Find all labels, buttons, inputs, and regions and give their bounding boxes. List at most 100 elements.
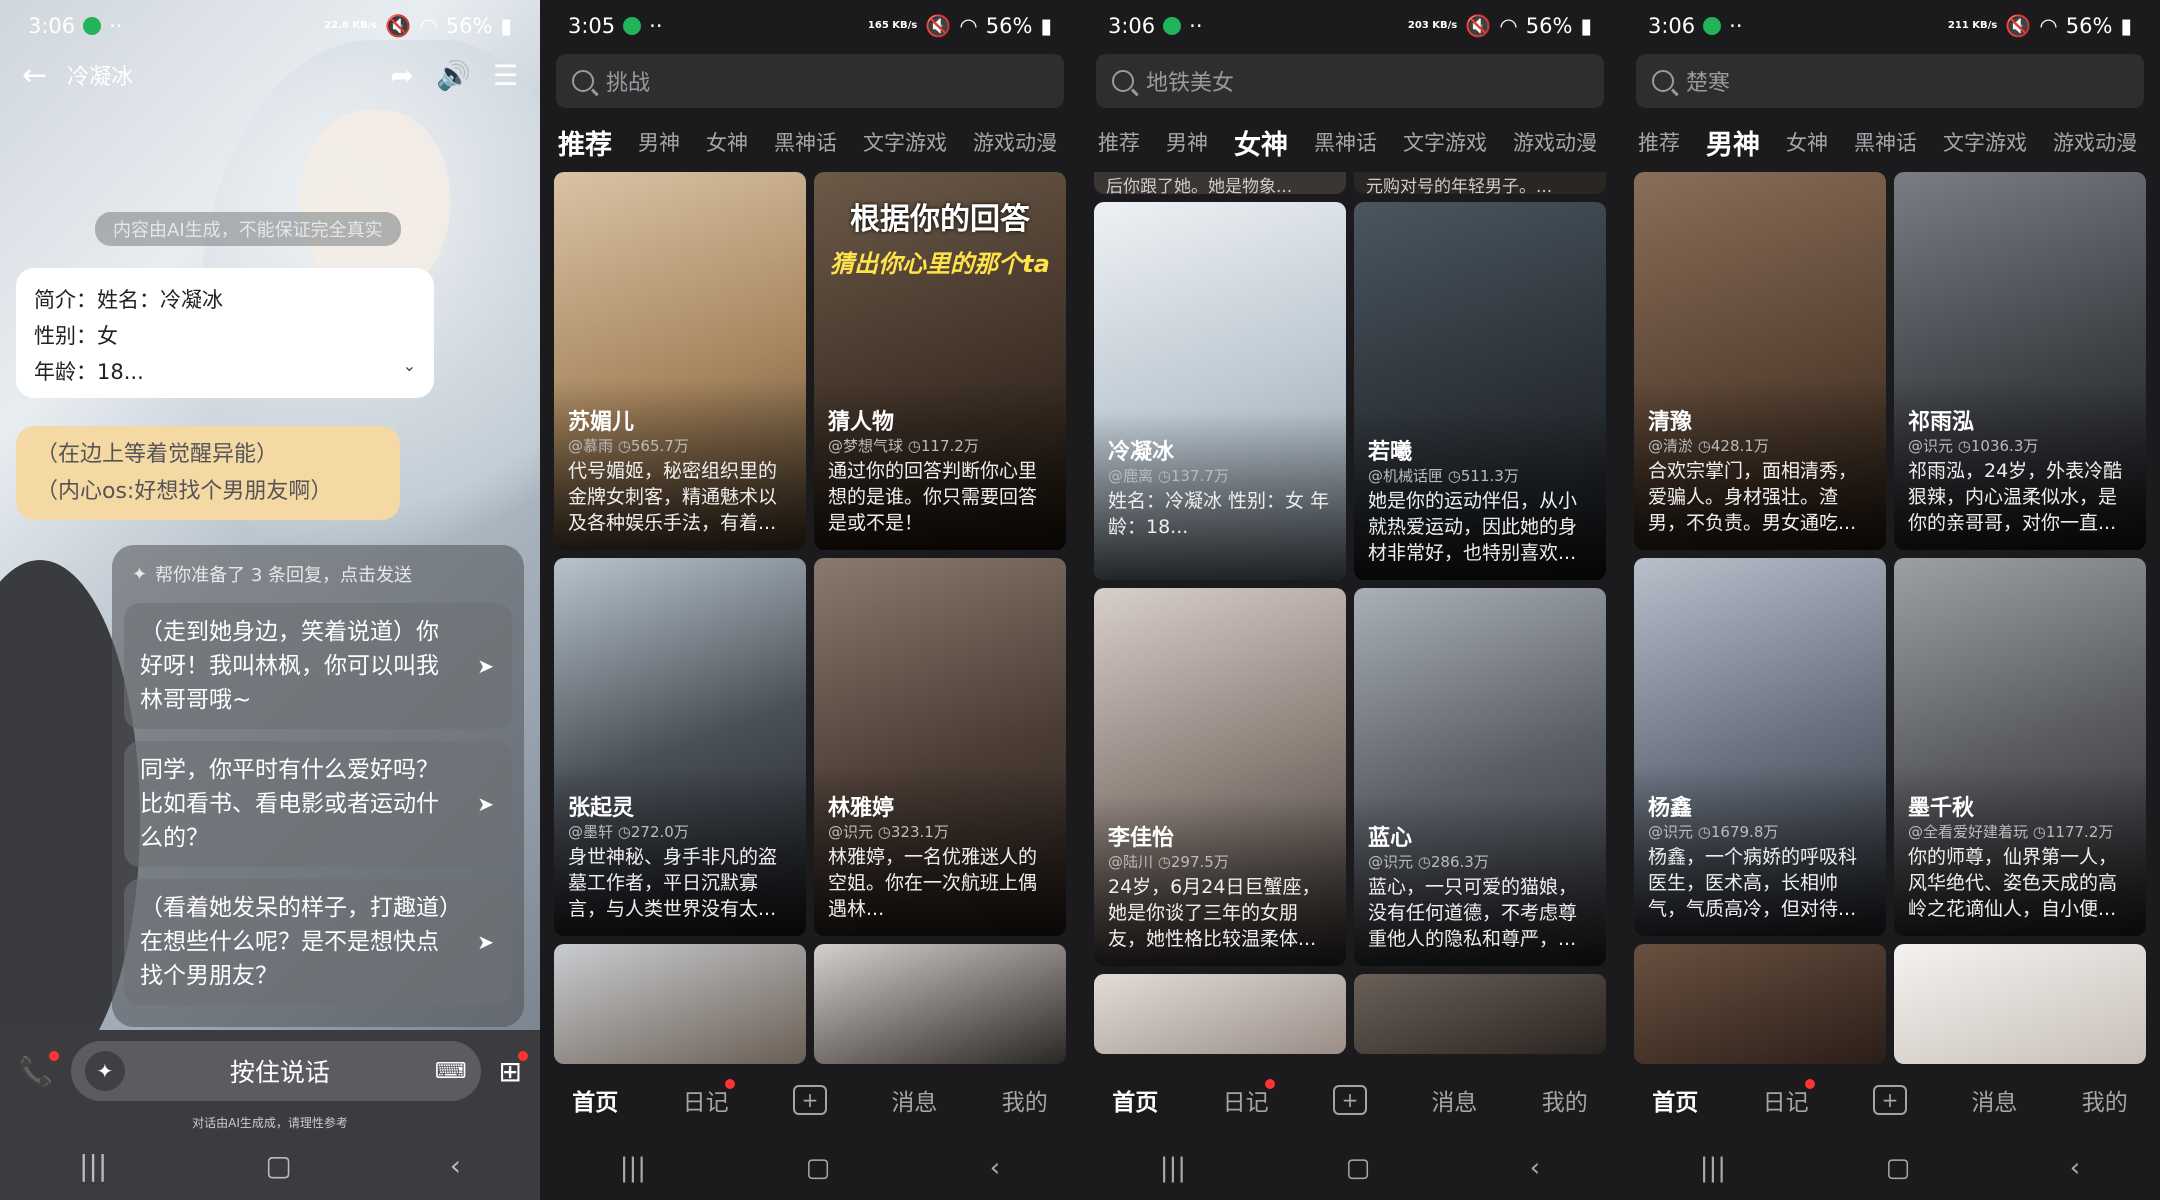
speaker-icon[interactable]: 🔊	[436, 59, 471, 92]
tab-female[interactable]: 女神	[706, 127, 748, 157]
suggested-reply[interactable]: 同学，你平时有什么爱好吗？比如看书、看电影或者运动什么的？ ➤	[124, 741, 512, 867]
tab-game-anime[interactable]: 游戏动漫	[1513, 127, 1597, 157]
recents-icon[interactable]: |||	[1160, 1153, 1186, 1183]
character-card-partial[interactable]: 元购对号的年轻男子。...	[1354, 172, 1606, 194]
tab-recommend[interactable]: 推荐	[1638, 127, 1680, 157]
character-card[interactable]: 祁雨泓 @识元 ◷1036.3万 祁雨泓，24岁，外表冷酷狠辣，内心温柔似水，是…	[1894, 172, 2146, 550]
tab-me[interactable]: 我的	[1542, 1083, 1588, 1117]
tab-male[interactable]: 男神	[1166, 127, 1208, 157]
back-arrow-icon[interactable]: ←	[22, 58, 47, 93]
keyboard-icon[interactable]: ⌨	[435, 1059, 467, 1084]
card-meta: @鹿离 ◷137.7万	[1108, 467, 1229, 485]
character-card[interactable]	[1354, 974, 1606, 1054]
tab-messages[interactable]: 消息	[891, 1083, 937, 1117]
chevron-down-icon[interactable]: ⌄	[403, 348, 416, 384]
tab-text-game[interactable]: 文字游戏	[863, 127, 947, 157]
tab-home[interactable]: 首页	[1112, 1083, 1158, 1117]
voice-input-pill[interactable]: ✦ 按住说话 ⌨	[70, 1041, 481, 1101]
search-bar[interactable]: 楚寒	[1636, 54, 2144, 108]
tab-female[interactable]: 女神	[1786, 127, 1828, 157]
card-name: 苏媚儿	[568, 410, 635, 435]
hold-to-talk-button[interactable]: 按住说话	[125, 1053, 435, 1089]
mute-icon: 🔇	[2005, 13, 2032, 38]
character-intro-card[interactable]: 简介：姓名：冷凝冰 性别：女 年龄：18... ⌄	[16, 268, 434, 398]
phone-icon[interactable]: 📞	[18, 1050, 59, 1088]
home-icon[interactable]: ▢	[1886, 1153, 1911, 1183]
recents-icon[interactable]: |||	[79, 1149, 107, 1182]
character-card[interactable]: 苏媚儿 @慕雨 ◷565.7万 代号媚姬，秘密组织里的金牌女刺客，精通魅术以及各…	[554, 172, 806, 550]
tab-text-game[interactable]: 文字游戏	[1403, 127, 1487, 157]
tab-male[interactable]: 男神	[638, 127, 680, 157]
tab-home[interactable]: 首页	[1652, 1083, 1698, 1117]
intro-line: 性别：女	[34, 324, 118, 348]
tab-game-anime[interactable]: 游戏动漫	[973, 127, 1057, 157]
search-icon	[1652, 70, 1674, 92]
character-card[interactable]	[554, 944, 806, 1064]
tab-black-myth[interactable]: 黑神话	[1314, 127, 1377, 157]
create-icon[interactable]: +	[792, 1085, 827, 1115]
battery-level: 56%	[2065, 14, 2113, 38]
tab-diary[interactable]: 日记	[1223, 1079, 1275, 1117]
battery-icon: ▮	[500, 14, 512, 38]
back-icon[interactable]: ‹	[1530, 1153, 1540, 1183]
tab-game-anime[interactable]: 游戏动漫	[2053, 127, 2137, 157]
tab-recommend[interactable]: 推荐	[558, 123, 612, 162]
search-placeholder: 挑战	[606, 71, 651, 96]
recents-icon[interactable]: |||	[620, 1153, 646, 1183]
tab-male[interactable]: 男神	[1706, 123, 1760, 162]
tab-recommend[interactable]: 推荐	[1098, 127, 1140, 157]
tab-diary[interactable]: 日记	[1763, 1079, 1815, 1117]
home-icon[interactable]: ▢	[265, 1149, 291, 1182]
home-icon[interactable]: ▢	[806, 1153, 831, 1183]
add-icon[interactable]: ⊞	[499, 1050, 528, 1088]
character-card[interactable]	[1894, 944, 2146, 1064]
card-desc: 祁雨泓，24岁，外表冷酷狠辣，内心温柔似水，是你的亲哥哥，对你一直...	[1908, 460, 2123, 534]
menu-icon[interactable]: ☰	[493, 59, 518, 92]
back-icon[interactable]: ‹	[2070, 1153, 2080, 1183]
tab-female[interactable]: 女神	[1234, 123, 1288, 162]
character-card[interactable]	[1094, 974, 1346, 1054]
character-card[interactable]: 若曦 @机械话匣 ◷511.3万 她是你的运动伴侣，从小就热爱运动，因此她的身材…	[1354, 202, 1606, 580]
character-card[interactable]: 清豫 @清淤 ◷428.1万 合欢宗掌门，面相清秀，爱骗人。身材强壮。渣男，不负…	[1634, 172, 1886, 550]
chat-screen: 3:06 ·· 22.6 KB/s 🔇 ◠ 56% ▮ ← 冷凝冰 ➦ 🔊 ☰ 内容由AI…	[0, 0, 540, 1200]
card-meta: @识元 ◷323.1万	[828, 823, 949, 841]
back-icon[interactable]: ‹	[990, 1153, 1000, 1183]
suggested-reply[interactable]: （看着她发呆的样子，打趣道）在想些什么呢？是不是想快点找个男朋友？ ➤	[124, 879, 512, 1005]
share-icon[interactable]: ➦	[391, 59, 414, 92]
back-icon[interactable]: ‹	[450, 1149, 461, 1182]
suggested-reply[interactable]: （走到她身边，笑着说道）你好呀！我叫林枫，你可以叫我林哥哥哦~ ➤	[124, 603, 512, 729]
home-icon[interactable]: ▢	[1346, 1153, 1371, 1183]
card-name: 清豫	[1648, 410, 1693, 435]
tab-messages[interactable]: 消息	[1971, 1083, 2017, 1117]
bottom-tab-bar: 首页 日记 + 消息 我的	[1620, 1065, 2160, 1135]
character-card[interactable]: 杨鑫 @识元 ◷1679.8万 杨鑫，一个病娇的呼吸科医生，医术高，长相帅气，气…	[1634, 558, 1886, 936]
character-card[interactable]: 根据你的回答 猜出你心里的那个ta 猜人物 @梦想气球 ◷117.2万 通过你的…	[814, 172, 1066, 550]
character-card[interactable]: 李佳怡 @陆川 ◷297.5万 24岁，6月24日巨蟹座，她是你谈了三年的女朋友…	[1094, 588, 1346, 966]
tab-me[interactable]: 我的	[1002, 1083, 1048, 1117]
tab-home[interactable]: 首页	[572, 1083, 618, 1117]
search-bar[interactable]: 地铁美女	[1096, 54, 1604, 108]
character-card[interactable]: 墨千秋 @全看爱好建着玩 ◷1177.2万 你的师尊，仙界第一人，风华绝代、姿色…	[1894, 558, 2146, 936]
sparkle-icon[interactable]: ✦	[84, 1051, 125, 1091]
character-card[interactable]: 蓝心 @识元 ◷286.3万 蓝心，一只可爱的猫娘，没有任何道德，不考虑尊重他人…	[1354, 588, 1606, 966]
tab-diary[interactable]: 日记	[683, 1079, 735, 1117]
character-card[interactable]: 冷凝冰 @鹿离 ◷137.7万 姓名：冷凝冰 性别：女 年龄：18...	[1094, 202, 1346, 580]
character-card[interactable]	[814, 944, 1066, 1064]
character-card[interactable]	[1634, 944, 1886, 1064]
character-card[interactable]: 林雅婷 @识元 ◷323.1万 林雅婷，一名优雅迷人的空姐。你在一次航班上偶遇林…	[814, 558, 1066, 936]
search-bar[interactable]: 挑战	[556, 54, 1064, 108]
tab-me[interactable]: 我的	[2082, 1083, 2128, 1117]
tab-text-game[interactable]: 文字游戏	[1943, 127, 2027, 157]
character-card-partial[interactable]: 后你跟了她。她是物象...	[1094, 172, 1346, 194]
create-icon[interactable]: +	[1872, 1085, 1907, 1115]
tab-black-myth[interactable]: 黑神话	[774, 127, 837, 157]
tab-black-myth[interactable]: 黑神话	[1854, 127, 1917, 157]
character-card[interactable]: 张起灵 @墨轩 ◷272.0万 身世神秘、身手非凡的盗墓工作者，平日沉默寡言，与…	[554, 558, 806, 936]
card-meta: @机械话匣 ◷511.3万	[1368, 467, 1519, 485]
tab-messages[interactable]: 消息	[1431, 1083, 1477, 1117]
ai-disclaimer-note: 内容由AI生成，不能保证完全真实	[95, 212, 401, 246]
create-icon[interactable]: +	[1332, 1085, 1367, 1115]
status-bar: 3:06 ·· 211 KB/s 🔇 ◠ 56% ▮	[1648, 13, 2132, 39]
recents-icon[interactable]: |||	[1700, 1153, 1726, 1183]
card-desc: 你的师尊，仙界第一人，风华绝代、姿色天成的高岭之花谪仙人，自小便...	[1908, 846, 2118, 920]
